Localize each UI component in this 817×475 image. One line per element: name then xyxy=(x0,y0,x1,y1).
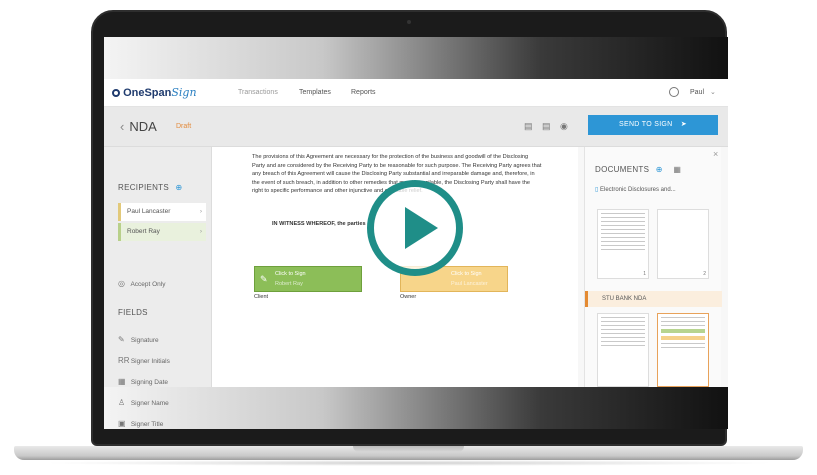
document-item[interactable]: ▯ Electronic Disclosures and... xyxy=(595,186,676,193)
accept-only-option[interactable]: ◎ Accept Only xyxy=(118,279,166,288)
recipients-heading-text: RECIPIENTS xyxy=(118,183,170,192)
chevron-down-icon: ⌄ xyxy=(709,89,716,96)
witness-clause: IN WITNESS WHEREOF, the parties xyxy=(272,221,366,227)
document-item-active[interactable]: STU BANK NDA xyxy=(585,291,722,307)
back-icon[interactable]: ‹ xyxy=(120,119,124,134)
logo-sign: Sign xyxy=(171,86,197,99)
user-name: Paul xyxy=(690,89,705,96)
grid-view-icon[interactable]: ▦ xyxy=(673,165,681,174)
signature-box-signer: Paul Lancaster xyxy=(451,281,488,287)
page-thumbnail[interactable] xyxy=(657,313,709,387)
fields-heading: FIELDS xyxy=(118,308,148,317)
check-circle-icon: ◎ xyxy=(118,279,125,288)
pen-icon: ✎ xyxy=(260,274,268,284)
page-thumbnail[interactable]: 2 xyxy=(657,209,709,279)
add-document-icon[interactable]: ⊕ xyxy=(656,165,663,174)
play-icon xyxy=(405,207,438,249)
field-label: Signature xyxy=(130,337,159,344)
laptop-notch xyxy=(353,446,464,452)
field-label: Signer Initials xyxy=(130,358,170,365)
recipient-item[interactable]: Robert Ray › xyxy=(118,223,206,241)
title-icon: ▣ xyxy=(118,419,126,428)
page-thumbnail[interactable] xyxy=(597,313,649,387)
page-title: ‹ NDA xyxy=(120,119,157,134)
field-label: Signing Date xyxy=(130,379,169,386)
chevron-right-icon: › xyxy=(199,208,202,215)
field-signer-title[interactable]: ▣ Signer Title xyxy=(118,419,163,428)
document-settings-icon[interactable]: ▤ xyxy=(524,121,533,132)
field-label: Signer Title xyxy=(130,421,164,428)
page-thumbnail[interactable]: 1 xyxy=(597,209,649,279)
field-signer-name[interactable]: ♙ Signer Name xyxy=(118,398,169,407)
person-icon: ♙ xyxy=(118,398,126,407)
title-text: NDA xyxy=(129,119,157,134)
document-name: Electronic Disclosures and... xyxy=(599,187,676,193)
play-button[interactable] xyxy=(367,180,463,276)
laptop-shadow xyxy=(40,460,777,466)
field-label: Signer Name xyxy=(130,400,169,407)
video-top-band xyxy=(104,37,728,79)
signature-box-label: Click to Sign xyxy=(275,271,306,277)
recipients-heading: RECIPIENTS ⊕ xyxy=(118,183,183,192)
paper-plane-icon: ➤ xyxy=(680,121,687,128)
send-to-sign-label: SEND TO SIGN xyxy=(619,121,673,128)
recipient-name: Paul Lancaster xyxy=(127,208,171,215)
recipient-item[interactable]: Paul Lancaster › xyxy=(118,203,206,221)
video-bottom-band xyxy=(104,387,728,429)
client-label: Client xyxy=(254,294,269,300)
document-header: ‹ NDA Draft ▤ ▤ ◉ SEND TO SIGN ➤ xyxy=(104,107,728,147)
laptop-camera xyxy=(407,20,411,24)
calendar-icon: ▦ xyxy=(118,377,126,386)
documents-heading-text: DOCUMENTS xyxy=(595,165,650,174)
logo-circle-icon xyxy=(112,89,120,97)
field-signature[interactable]: ✎ Signature xyxy=(118,335,159,344)
add-recipient-icon[interactable]: ⊕ xyxy=(176,183,183,192)
help-icon[interactable] xyxy=(669,87,679,97)
recipient-name: Robert Ray xyxy=(127,228,160,235)
initials-icon: RR xyxy=(118,356,130,365)
top-nav: OneSpanSign Transactions Templates Repor… xyxy=(104,79,728,107)
document-name: STU BANK NDA xyxy=(602,296,647,302)
page-number: 1 xyxy=(643,271,646,277)
send-to-sign-button[interactable]: SEND TO SIGN ➤ xyxy=(588,115,718,135)
close-icon[interactable]: × xyxy=(713,149,718,159)
logo-main: OneSpan xyxy=(123,87,172,99)
pen-icon: ✎ xyxy=(118,335,125,344)
chevron-right-icon: › xyxy=(199,228,202,235)
status-badge: Draft xyxy=(176,123,192,130)
signature-box-signer: Robert Ray xyxy=(275,281,303,287)
document-icon: ▯ xyxy=(595,187,599,193)
nav-transactions[interactable]: Transactions xyxy=(238,89,278,96)
nav-reports[interactable]: Reports xyxy=(351,89,376,96)
owner-label: Owner xyxy=(400,294,417,300)
user-menu[interactable]: Paul ⌄ xyxy=(690,88,716,96)
document-copy-icon[interactable]: ▤ xyxy=(542,121,551,132)
page-number: 2 xyxy=(703,271,706,277)
signature-box-label: Click to Sign xyxy=(451,271,482,277)
field-signing-date[interactable]: ▦ Signing Date xyxy=(118,377,168,386)
documents-panel: DOCUMENTS ⊕ ▦ × ▯ Electronic Disclosures… xyxy=(584,147,722,387)
client-signature-box[interactable]: Click to Sign Robert Ray ✎ xyxy=(254,266,362,292)
documents-heading: DOCUMENTS ⊕ ▦ xyxy=(595,165,681,174)
left-sidebar: RECIPIENTS ⊕ Paul Lancaster › Robert Ray… xyxy=(104,147,212,428)
preview-eye-icon[interactable]: ◉ xyxy=(560,121,568,132)
nav-templates[interactable]: Templates xyxy=(299,89,331,96)
field-signer-initials[interactable]: RR Signer Initials xyxy=(118,356,170,365)
app-logo[interactable]: OneSpanSign xyxy=(112,86,197,99)
accept-only-label: Accept Only xyxy=(130,281,166,288)
